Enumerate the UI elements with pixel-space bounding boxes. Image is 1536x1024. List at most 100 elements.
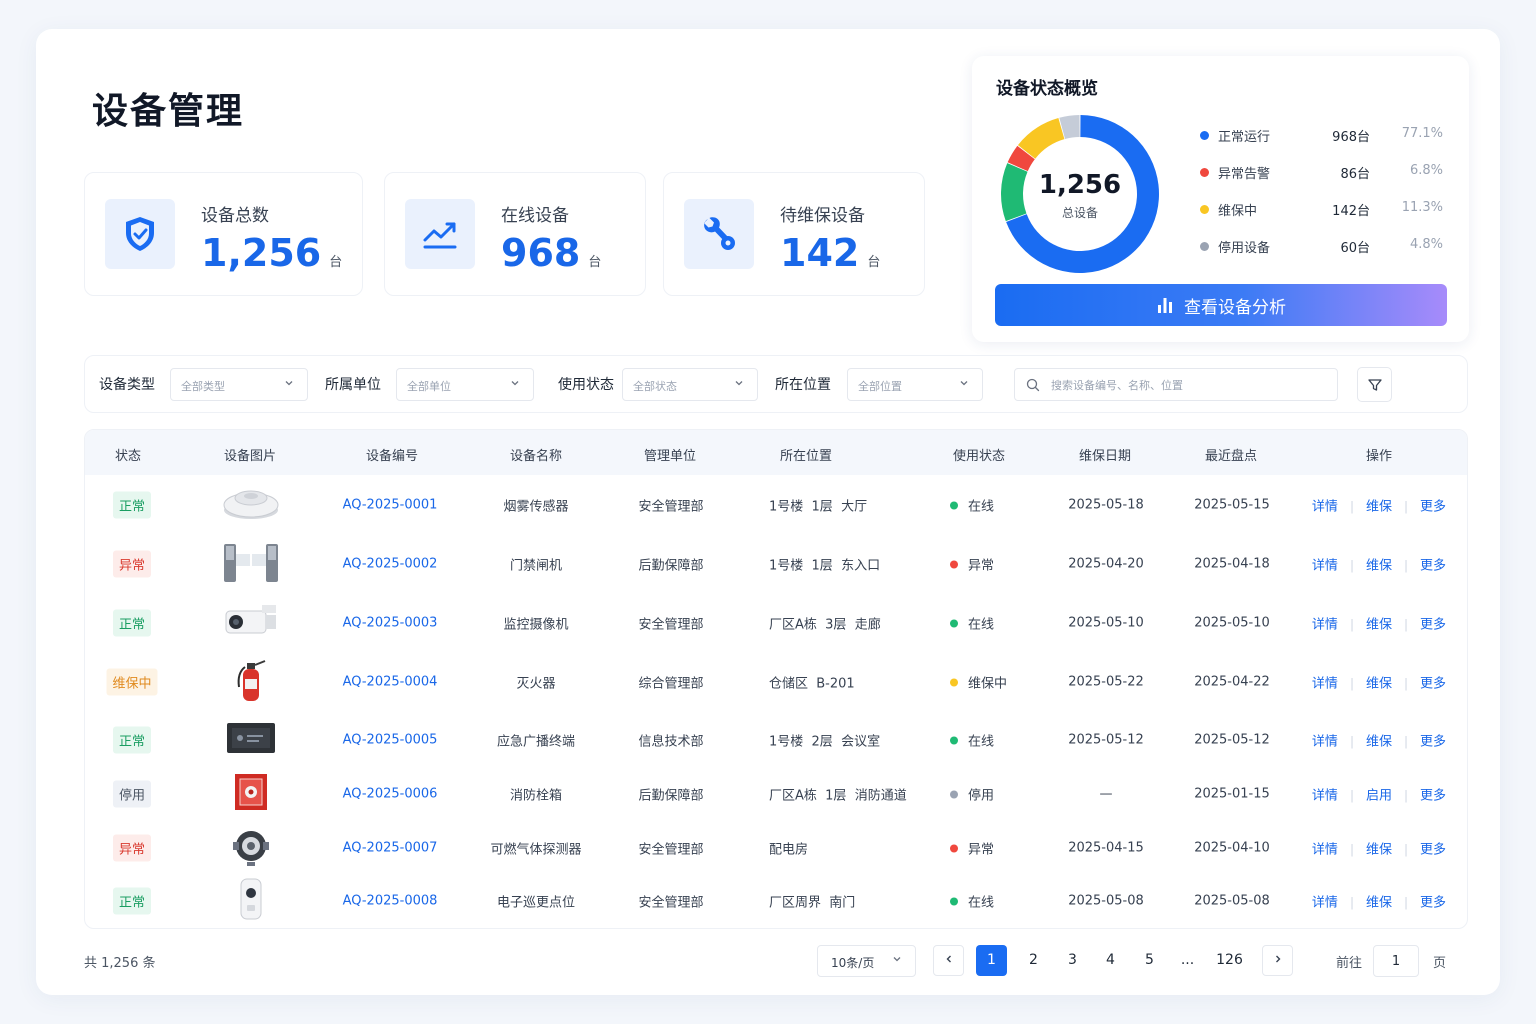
view-analysis-button[interactable]: 查看设备分析 [995,284,1447,326]
detail-link[interactable]: 详情 [1312,843,1338,858]
use-status-label: 异常 [968,558,995,574]
page-126[interactable]: 126 [1214,945,1245,976]
filter-status-value: 全部状态 [633,380,677,393]
use-status-dot [950,678,958,687]
goto-label: 前往 [1336,956,1363,971]
detail-link[interactable]: 详情 [1312,735,1338,750]
maintain-link[interactable]: 维保 [1366,618,1392,633]
more-link[interactable]: 更多 [1420,500,1446,515]
legend-item-alarm: 异常告警 86台 6.8% [1198,163,1448,183]
check-date: 2025-04-18 [1194,556,1270,572]
action-divider: | [1404,558,1409,573]
stat-unit: 台 [329,255,343,270]
device-name: 电子巡更点位 [496,895,576,911]
page-size-select[interactable]: 10条/页 [817,945,916,977]
maintain-link[interactable]: 启用 [1366,789,1392,804]
legend-percent: 77.1% [1401,126,1443,141]
device-code-link[interactable]: AQ-2025-0004 [343,675,438,690]
page-1[interactable]: 1 [976,945,1007,976]
page-5[interactable]: 5 [1134,945,1165,976]
device-dept: 安全管理部 [638,617,704,633]
device-dept: 后勤保障部 [638,558,704,574]
col-check-date: 最近盘点 [1204,449,1258,464]
status-donut-chart: 1,256 总设备 [1000,114,1160,274]
maint-date: — [1099,786,1113,802]
more-link[interactable]: 更多 [1420,896,1446,911]
more-link[interactable]: 更多 [1420,843,1446,858]
wrench-icon [684,199,754,269]
legend-dot [1200,168,1209,177]
more-link[interactable]: 更多 [1420,677,1446,692]
maint-date: 2025-04-20 [1068,556,1144,572]
action-divider: | [1349,734,1354,749]
page-2[interactable]: 2 [1018,945,1049,976]
device-name: 应急广播终端 [496,734,576,750]
goto-page-input[interactable] [1373,945,1419,977]
maintain-link[interactable]: 维保 [1366,500,1392,515]
filter-bar: 设备类型 全部类型 所属单位 全部单位 使用状态 全部状态 所在位置 全部位置 [84,355,1468,413]
maintain-link[interactable]: 维保 [1366,843,1392,858]
detail-link[interactable]: 详情 [1312,559,1338,574]
maintain-link[interactable]: 维保 [1366,677,1392,692]
filter-unit-select[interactable]: 全部单位 [396,368,534,401]
page-3[interactable]: 3 [1057,945,1088,976]
device-image-gas-detector [229,824,273,872]
maint-date: 2025-05-22 [1068,674,1144,690]
next-page-button[interactable] [1262,945,1293,976]
legend-count: 142台 [1332,204,1370,219]
chevron-down-icon [960,381,968,386]
chevron-right-icon [1275,955,1280,963]
prev-page-button[interactable] [933,945,964,976]
detail-link[interactable]: 详情 [1312,677,1338,692]
check-date: 2025-05-15 [1194,497,1270,513]
detail-link[interactable]: 详情 [1312,500,1338,515]
col-location: 所在位置 [779,449,833,464]
use-status-label: 在线 [968,895,995,911]
page-4[interactable]: 4 [1095,945,1126,976]
legend-count: 86台 [1340,167,1370,182]
use-status-dot [950,897,958,906]
device-location: 仓储区 B-201 [769,676,855,692]
device-dept: 综合管理部 [638,676,704,692]
more-link[interactable]: 更多 [1420,618,1446,633]
filter-status-select[interactable]: 全部状态 [622,368,758,401]
col-actions: 操作 [1365,449,1393,464]
status-badge-label: 停用 [112,780,152,808]
device-code-link[interactable]: AQ-2025-0007 [343,841,438,856]
filter-location-select[interactable]: 全部位置 [847,368,983,401]
more-link[interactable]: 更多 [1420,559,1446,574]
filter-location-value: 全部位置 [858,380,902,393]
maint-date: 2025-05-12 [1068,732,1144,748]
legend-count: 60台 [1340,241,1370,256]
detail-link[interactable]: 详情 [1312,618,1338,633]
device-code-link[interactable]: AQ-2025-0005 [343,733,438,748]
device-location: 1号楼 1层 东入口 [769,558,881,574]
chevron-down-icon [893,957,901,962]
maint-date: 2025-05-18 [1068,497,1144,513]
maintain-link[interactable]: 维保 [1366,559,1392,574]
status-badge-label: 正常 [112,887,152,915]
device-code-link[interactable]: AQ-2025-0003 [343,616,438,631]
more-link[interactable]: 更多 [1420,789,1446,804]
maintain-link[interactable]: 维保 [1366,735,1392,750]
legend-dot [1200,205,1209,214]
detail-link[interactable]: 详情 [1312,896,1338,911]
maintain-link[interactable]: 维保 [1366,896,1392,911]
detail-link[interactable]: 详情 [1312,789,1338,804]
use-status: 维保中 [950,673,1007,692]
search-input[interactable] [1051,375,1321,395]
advanced-filter-button[interactable] [1357,367,1392,402]
maint-date: 2025-04-15 [1068,840,1144,856]
check-date: 2025-04-10 [1194,840,1270,856]
device-dept: 安全管理部 [638,895,704,911]
device-code-link[interactable]: AQ-2025-0008 [343,894,438,909]
col-code: 设备编号 [365,449,419,464]
use-status-dot [950,560,958,569]
more-link[interactable]: 更多 [1420,735,1446,750]
status-badge: 维保中 [106,668,158,696]
col-use-status: 使用状态 [952,449,1006,464]
device-code-link[interactable]: AQ-2025-0002 [343,557,438,572]
device-code-link[interactable]: AQ-2025-0001 [343,498,438,513]
filter-type-select[interactable]: 全部类型 [170,368,308,401]
device-code-link[interactable]: AQ-2025-0006 [343,787,438,802]
